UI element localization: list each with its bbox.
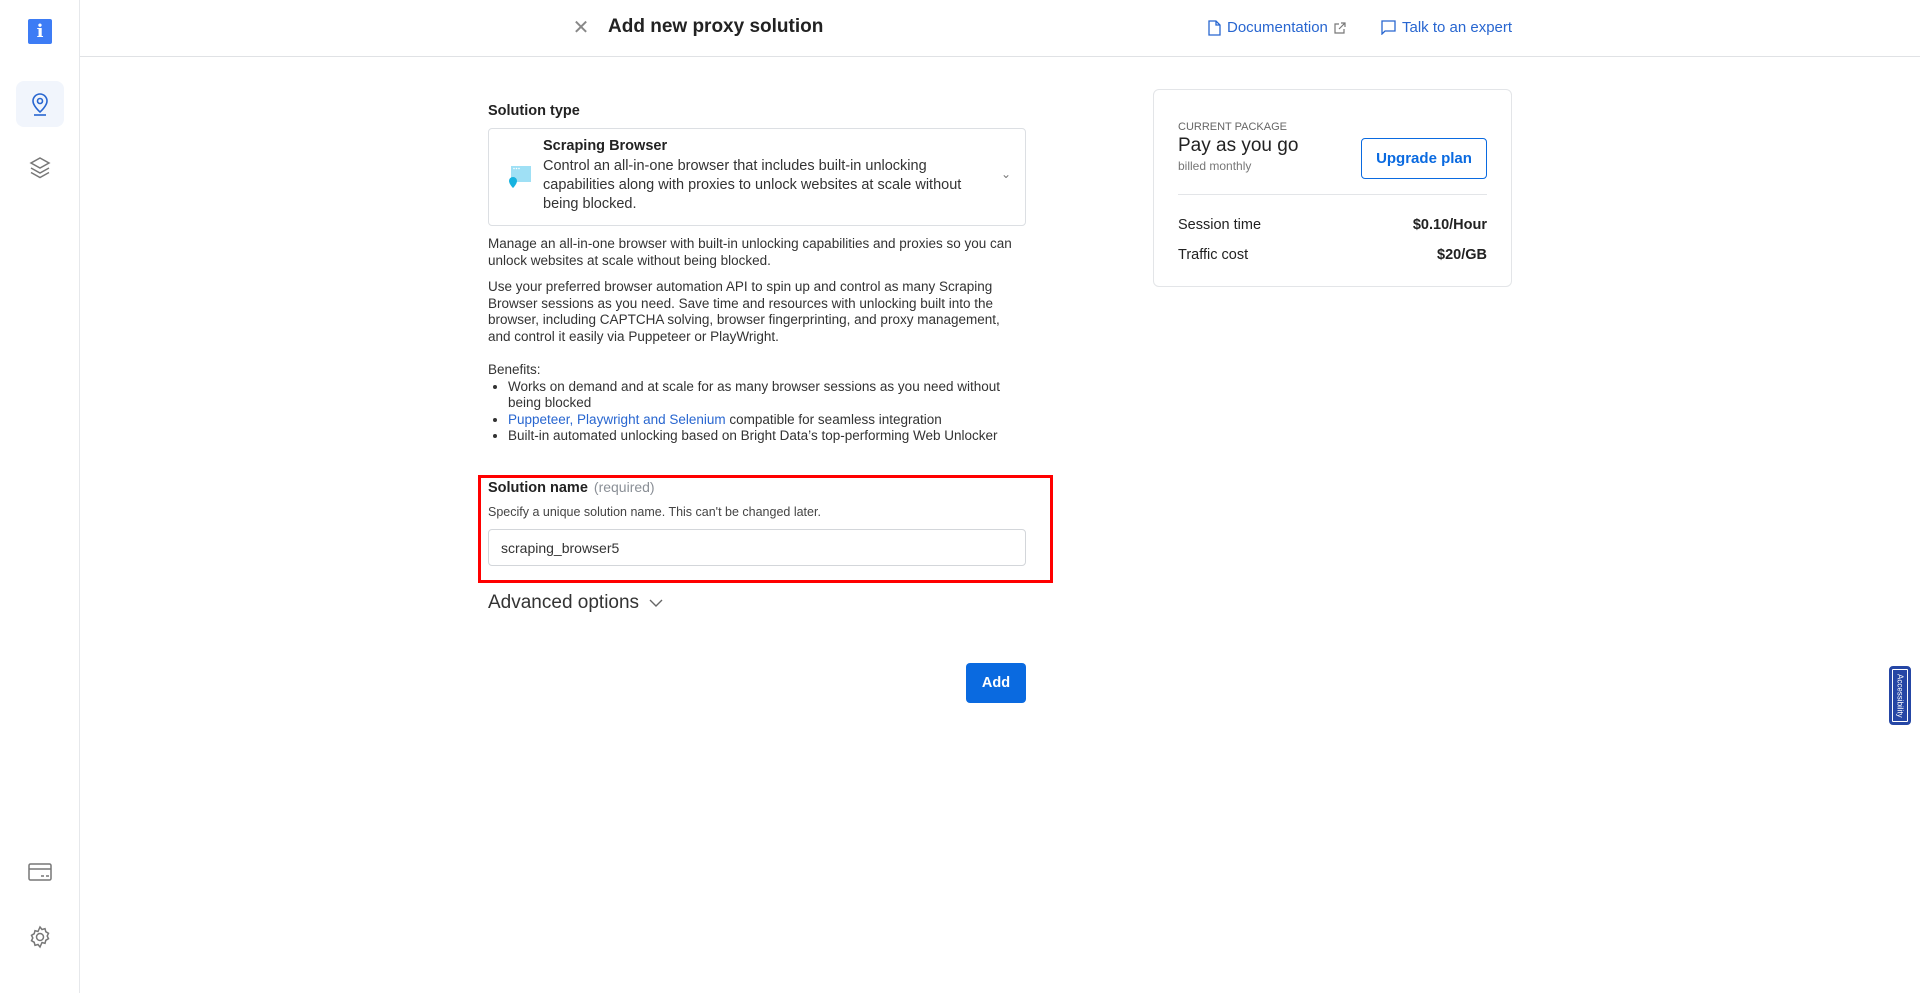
package-card: CURRENT PACKAGE Pay as you go billed mon… [1153, 89, 1512, 287]
talk-label: Talk to an expert [1402, 19, 1513, 36]
description-paragraph: Use your preferred browser automation AP… [488, 279, 1000, 344]
price-value: $0.10/Hour [1412, 217, 1487, 233]
advanced-options-label: Advanced options [488, 592, 640, 613]
sidebar-item-billing[interactable] [16, 849, 64, 895]
package-name: Pay as you go [1178, 135, 1299, 156]
talk-to-expert-link[interactable]: Talk to an expert [1381, 19, 1512, 36]
price-value: $20/GB [1437, 247, 1487, 263]
selected-type-title: Scraping Browser [543, 138, 668, 154]
list-item-text: compatible for seamless integration [725, 411, 942, 427]
page-title: Add new proxy solution [608, 16, 824, 37]
divider [1178, 194, 1487, 195]
gear-icon [30, 925, 50, 949]
package-label: CURRENT PACKAGE [1178, 121, 1288, 133]
solution-name-field: Solution name (required) Specify a unique… [488, 479, 1026, 566]
documentation-label: Documentation [1227, 19, 1328, 36]
price-row: Traffic cost $20/GB [1178, 247, 1487, 263]
accessibility-button[interactable]: Accessibility [1889, 666, 1911, 725]
solution-type-label: Solution type [488, 103, 580, 119]
chevron-down-icon [649, 599, 663, 607]
layers-icon [29, 157, 51, 179]
header: ✕ Add new proxy solution Documentation T… [80, 0, 1920, 57]
documentation-link[interactable]: Documentation [1208, 19, 1346, 36]
external-link-icon [1334, 21, 1346, 34]
selected-type-description: Control an all-in-one browser that inclu… [543, 158, 962, 212]
advanced-options-toggle[interactable]: Advanced options [488, 592, 663, 614]
sidebar-item-settings[interactable] [16, 914, 64, 960]
solution-name-input[interactable] [488, 529, 1026, 566]
chevron-down-icon: ⌄ [1000, 167, 1011, 181]
solution-name-hint: Specify a unique solution name. This can… [488, 505, 821, 519]
description-paragraph: Manage an all-in-one browser with built-… [488, 236, 1012, 268]
solution-type-select[interactable]: Scraping Browser Control an all-in-one b… [488, 128, 1026, 226]
solution-form: Solution type Scraping Browser Control a… [488, 103, 1026, 445]
sidebar-item-products[interactable] [16, 145, 64, 191]
price-label: Traffic cost [1178, 247, 1249, 263]
location-pin-icon [32, 93, 48, 116]
list-item: Built-in automated unlocking based on Br… [508, 428, 1026, 445]
sidebar-item-proxies[interactable] [16, 81, 64, 127]
document-icon [1208, 19, 1221, 36]
close-icon[interactable]: ✕ [570, 17, 592, 39]
price-row: Session time $0.10/Hour [1178, 217, 1487, 233]
sidebar: i [0, 0, 80, 993]
logo[interactable]: i [28, 19, 52, 44]
list-item: Puppeteer, Playwright and Selenium compa… [508, 412, 1026, 429]
required-tag: (required) [593, 479, 655, 495]
solution-name-label: Solution name [488, 480, 588, 496]
upgrade-plan-button[interactable]: Upgrade plan [1361, 138, 1487, 179]
benefits-label: Benefits: [488, 362, 541, 377]
add-button[interactable]: Add [966, 663, 1026, 703]
integrations-link[interactable]: Puppeteer, Playwright and Selenium [508, 412, 726, 427]
chat-icon [1381, 20, 1396, 35]
list-item: Works on demand and at scale for as many… [508, 379, 1026, 412]
price-label: Session time [1178, 217, 1262, 233]
billing-period: billed monthly [1178, 159, 1252, 173]
benefits-list: Works on demand and at scale for as many… [508, 379, 1026, 445]
scraping-browser-icon [509, 166, 531, 188]
billing-card-icon [28, 863, 52, 881]
